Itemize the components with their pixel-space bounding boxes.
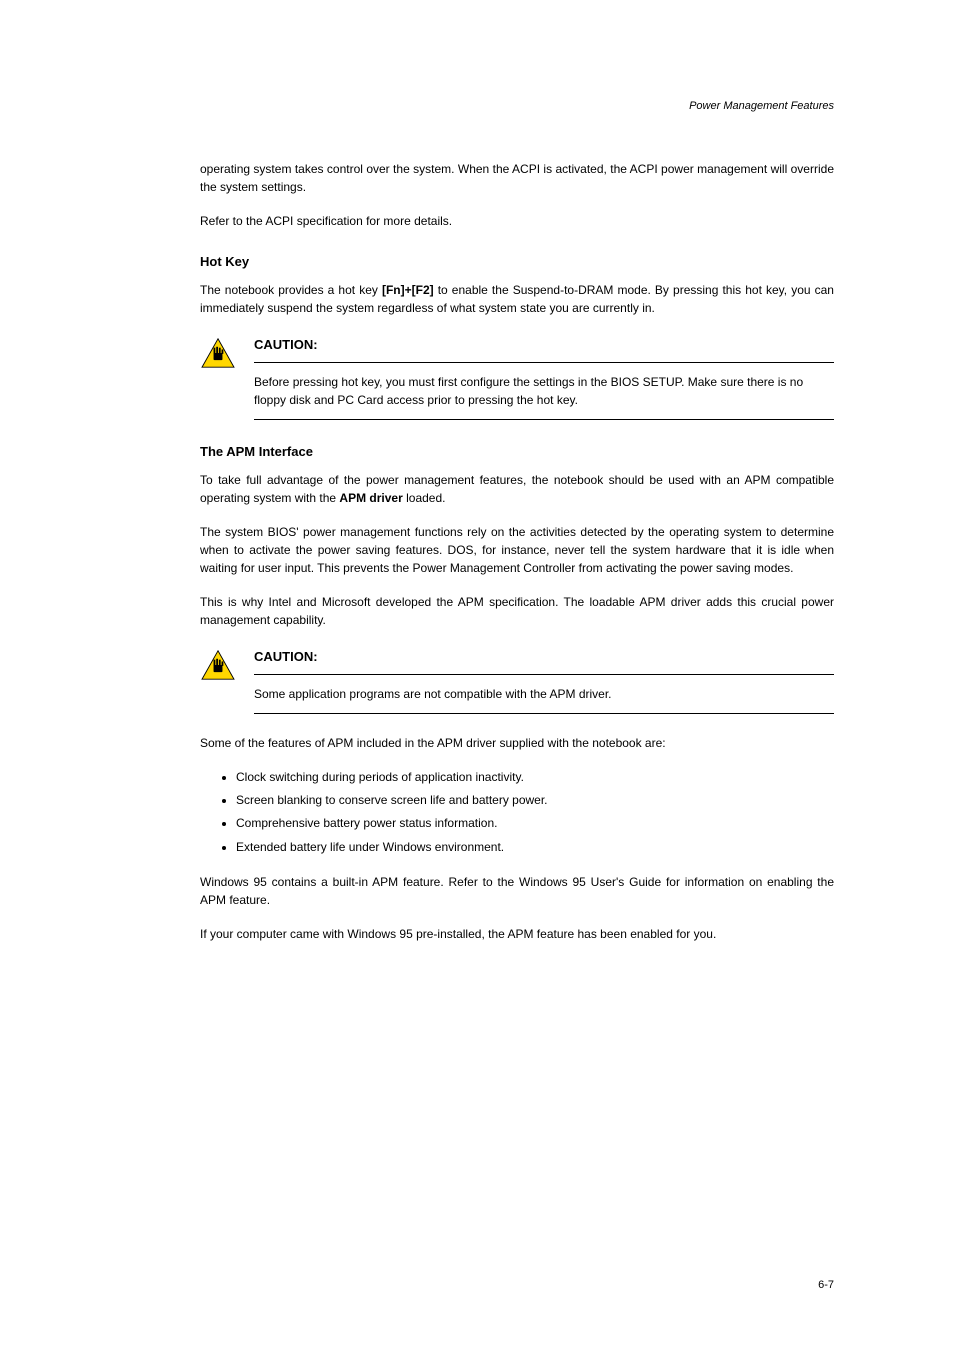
caution-block-1: CAUTION: Before pressing hot key, you mu…: [200, 337, 834, 420]
caution-1-rule-bottom: [254, 419, 834, 420]
list-item: Screen blanking to conserve screen life …: [236, 791, 834, 810]
paragraph-2: Refer to the ACPI specification for more…: [200, 212, 834, 230]
page-number: 6-7: [818, 1279, 834, 1291]
caution-block-2: CAUTION: Some application programs are n…: [200, 649, 834, 714]
list-item: Clock switching during periods of applic…: [236, 768, 834, 787]
header-section-title: Power Management Features: [689, 100, 834, 112]
caution-2-label: CAUTION:: [254, 649, 834, 668]
list-item: Comprehensive battery power status infor…: [236, 814, 834, 833]
caution-1-body: Before pressing hot key, you must first …: [254, 373, 834, 409]
p3-hotkey-bold: [Fn]+[F2]: [382, 283, 434, 297]
caution-2-rule-top: [254, 674, 834, 675]
paragraph-3: The notebook provides a hot key [Fn]+[F2…: [200, 281, 834, 317]
paragraph-8: Windows 95 contains a built-in APM featu…: [200, 873, 834, 909]
paragraph-9: If your computer came with Windows 95 pr…: [200, 925, 834, 943]
caution-2-rule-bottom: [254, 713, 834, 714]
caution-hand-icon: [200, 337, 236, 369]
p4-apm-driver-bold: APM driver: [339, 491, 402, 505]
caution-2-body: Some application programs are not compat…: [254, 685, 834, 703]
list-item: Extended battery life under Windows envi…: [236, 838, 834, 857]
paragraph-4: To take full advantage of the power mana…: [200, 471, 834, 507]
p3-prefix: The notebook provides a hot key: [200, 283, 382, 297]
heading-hot-key: Hot Key: [200, 254, 834, 269]
caution-1-rule-top: [254, 362, 834, 363]
p4-prefix: To take full advantage of the power mana…: [200, 473, 834, 505]
paragraph-6: This is why Intel and Microsoft develope…: [200, 593, 834, 629]
paragraph-1: operating system takes control over the …: [200, 160, 834, 196]
caution-hand-icon: [200, 649, 236, 681]
paragraph-5: The system BIOS' power management functi…: [200, 523, 834, 577]
p4-suffix: loaded.: [403, 491, 446, 505]
apm-feature-list: Clock switching during periods of applic…: [220, 768, 834, 857]
paragraph-7: Some of the features of APM included in …: [200, 734, 834, 752]
heading-apm-interface: The APM Interface: [200, 444, 834, 459]
caution-1-label: CAUTION:: [254, 337, 834, 356]
